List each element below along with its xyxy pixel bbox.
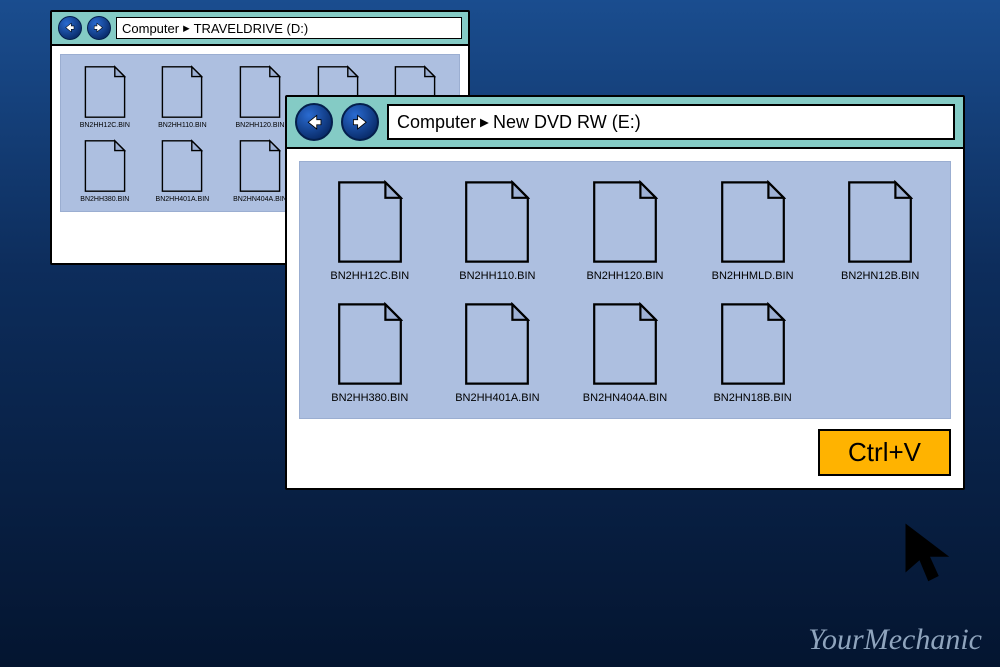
file-icon (161, 139, 203, 193)
file-item[interactable]: BN2HH110.BIN (448, 180, 548, 282)
file-item[interactable]: BN2HH401A.BIN (151, 139, 215, 203)
file-item[interactable]: BN2HH12C.BIN (73, 65, 137, 129)
file-item[interactable]: BN2HN404A.BIN (575, 302, 675, 404)
file-icon (161, 65, 203, 119)
file-label: BN2HHMLD.BIN (712, 270, 794, 282)
breadcrumb-path: TRAVELDRIVE (D:) (194, 21, 309, 36)
file-item[interactable]: BN2HH401A.BIN (448, 302, 548, 404)
file-label: BN2HN12B.BIN (841, 270, 919, 282)
file-icon (239, 139, 281, 193)
shortcut-badge-paste: Ctrl+V (818, 429, 951, 476)
file-label: BN2HH12C.BIN (80, 122, 130, 129)
file-label: BN2HH110.BIN (158, 122, 207, 129)
breadcrumb-separator-icon: ▶ (183, 23, 190, 33)
file-item[interactable]: BN2HH110.BIN (151, 65, 215, 129)
file-grid: BN2HH12C.BIN BN2HH110.BIN BN2HH120.BIN BN2H… (299, 161, 951, 419)
back-button[interactable] (58, 16, 82, 40)
file-icon (720, 180, 786, 264)
file-label: BN2HN404A.BIN (233, 196, 287, 203)
file-item[interactable]: BN2HH380.BIN (73, 139, 137, 203)
file-icon (84, 65, 126, 119)
file-label: BN2HH380.BIN (331, 392, 408, 404)
breadcrumb-path: New DVD RW (E:) (493, 112, 641, 133)
breadcrumb-root: Computer (122, 21, 179, 36)
file-item[interactable]: BN2HH12C.BIN (320, 180, 420, 282)
file-icon (592, 180, 658, 264)
file-item[interactable]: BN2HN18B.BIN (703, 302, 803, 404)
breadcrumb-root: Computer (397, 112, 476, 133)
file-icon (464, 302, 530, 386)
file-label: BN2HH380.BIN (80, 196, 129, 203)
file-label: BN2HH401A.BIN (455, 392, 539, 404)
forward-button[interactable] (341, 103, 379, 141)
forward-button[interactable] (87, 16, 111, 40)
address-bar[interactable]: Computer ▶ New DVD RW (E:) (387, 104, 955, 140)
file-label: BN2HH120.BIN (586, 270, 663, 282)
file-label: BN2HN18B.BIN (713, 392, 791, 404)
file-label: BN2HH110.BIN (459, 270, 535, 282)
address-bar[interactable]: Computer ▶ TRAVELDRIVE (D:) (116, 17, 462, 39)
file-icon (239, 65, 281, 119)
file-item[interactable]: BN2HN12B.BIN (830, 180, 930, 282)
file-icon (464, 180, 530, 264)
back-button[interactable] (295, 103, 333, 141)
file-icon (337, 180, 403, 264)
explorer-window-destination: Computer ▶ New DVD RW (E:) BN2HH12C.BINB… (285, 95, 965, 490)
file-label: BN2HH401A.BIN (156, 196, 210, 203)
file-item[interactable]: BN2HH120.BIN (575, 180, 675, 282)
file-item[interactable]: BN2HH380.BIN (320, 302, 420, 404)
file-icon (337, 302, 403, 386)
file-icon (847, 180, 913, 264)
file-item[interactable]: BN2HN404A.BIN (228, 139, 292, 203)
file-label: BN2HH12C.BIN (330, 270, 409, 282)
window-body: BN2HH12C.BIN BN2HH110.BIN BN2HH120.BIN BN2H… (287, 149, 963, 488)
titlebar: Computer ▶ TRAVELDRIVE (D:) (52, 12, 468, 46)
file-label: BN2HN404A.BIN (583, 392, 667, 404)
mouse-cursor-icon (900, 520, 960, 590)
file-label: BN2HH120.BIN (235, 122, 284, 129)
watermark-brand: YourMechanic (808, 623, 982, 657)
file-icon (84, 139, 126, 193)
titlebar: Computer ▶ New DVD RW (E:) (287, 97, 963, 149)
file-icon (720, 302, 786, 386)
breadcrumb-separator-icon: ▶ (480, 115, 489, 129)
file-icon (592, 302, 658, 386)
file-item[interactable]: BN2HHMLD.BIN (703, 180, 803, 282)
file-item[interactable]: BN2HH120.BIN (228, 65, 292, 129)
